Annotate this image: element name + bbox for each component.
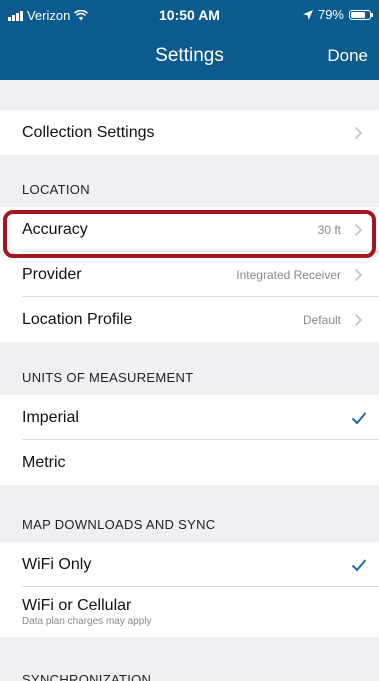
downloads-header: MAP DOWNLOADS AND SYNC — [0, 485, 379, 542]
section-gap — [0, 80, 379, 110]
provider-value: Integrated Receiver — [236, 267, 341, 282]
chevron-right-icon — [354, 126, 363, 139]
location-profile-row[interactable]: Location Profile Default — [0, 297, 379, 342]
battery-icon — [349, 9, 373, 20]
wifi-cellular-label: WiFi or Cellular — [22, 597, 132, 614]
provider-label: Provider — [22, 265, 82, 283]
done-button[interactable]: Done — [327, 46, 368, 66]
metric-label: Metric — [22, 453, 66, 471]
imperial-row[interactable]: Imperial — [0, 395, 379, 440]
sync-header-label: SYNCHRONIZATION — [22, 672, 152, 681]
wifi-only-row[interactable]: WiFi Only — [0, 542, 379, 587]
battery-fill — [351, 11, 366, 18]
location-header: LOCATION — [0, 155, 379, 207]
wifi-only-label: WiFi Only — [22, 555, 92, 573]
provider-row[interactable]: Provider Integrated Receiver — [0, 252, 379, 297]
accuracy-row[interactable]: Accuracy 30 ft — [0, 207, 379, 252]
status-bar: Verizon 10:50 AM 79% — [0, 0, 379, 30]
chevron-right-icon — [354, 268, 363, 281]
location-arrow-icon — [302, 9, 313, 20]
imperial-label: Imperial — [22, 408, 79, 426]
sync-header: SYNCHRONIZATION — [0, 637, 379, 681]
location-profile-label: Location Profile — [22, 310, 133, 328]
page-title: Settings — [155, 45, 224, 66]
wifi-cellular-sub: Data plan charges may apply — [22, 616, 152, 627]
nav-bar: Verizon 10:50 AM 79% Settings Done — [0, 0, 379, 80]
status-right: 79% — [302, 7, 373, 22]
checkmark-icon — [351, 558, 367, 571]
accuracy-value: 30 ft — [317, 222, 341, 237]
settings-list: Collection Settings LOCATION Accuracy 30… — [0, 80, 379, 681]
accuracy-label: Accuracy — [22, 220, 88, 238]
battery-percent: 79% — [317, 7, 344, 22]
chevron-right-icon — [354, 313, 363, 326]
chevron-right-icon — [354, 223, 363, 236]
collection-settings-row[interactable]: Collection Settings — [0, 110, 379, 155]
collection-settings-label: Collection Settings — [22, 123, 155, 141]
metric-row[interactable]: Metric — [0, 440, 379, 485]
wifi-cellular-row[interactable]: WiFi or Cellular Data plan charges may a… — [0, 587, 379, 637]
checkmark-icon — [351, 411, 367, 424]
location-profile-value: Default — [302, 312, 341, 327]
units-header: UNITS OF MEASUREMENT — [0, 342, 379, 395]
